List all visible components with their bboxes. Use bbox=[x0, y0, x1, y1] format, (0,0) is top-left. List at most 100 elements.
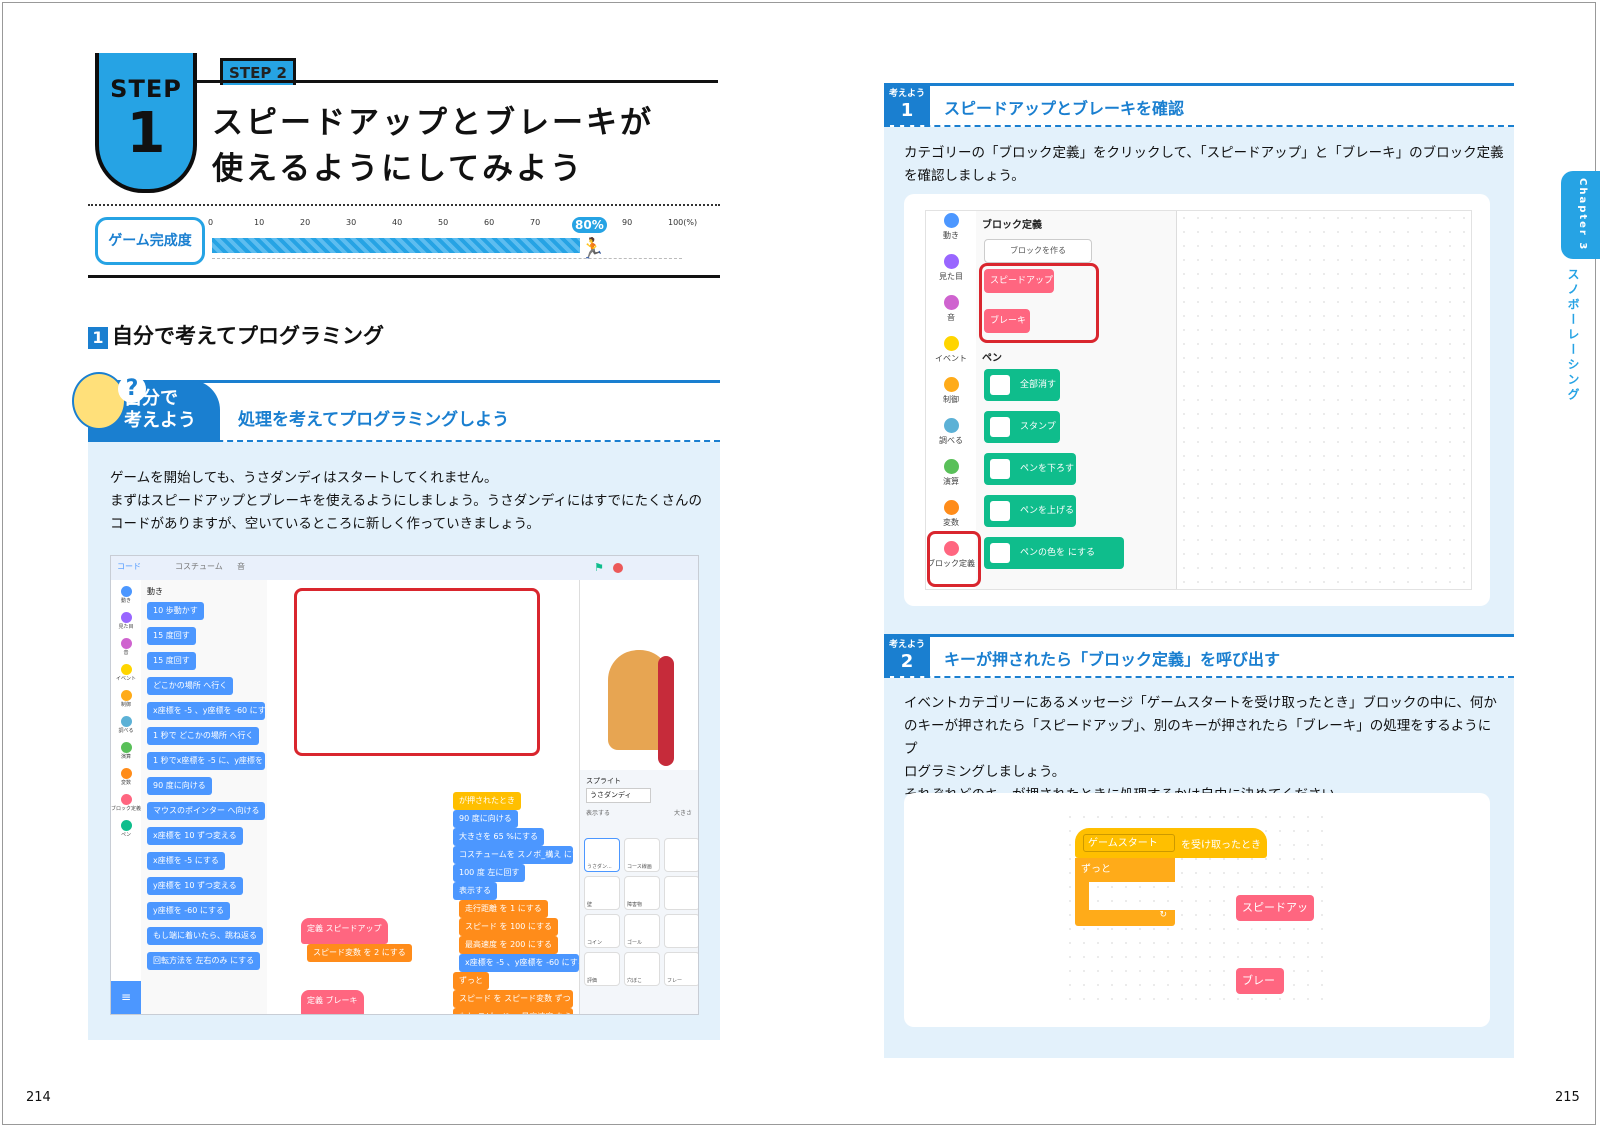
progress-tick: 50 bbox=[438, 218, 449, 227]
sprite-thumbnail[interactable]: 穴ぼこ bbox=[624, 952, 660, 986]
category-dot-icon bbox=[120, 664, 132, 675]
sprite-thumbnail[interactable]: うさダン... bbox=[584, 838, 620, 872]
blockdef-category-highlight bbox=[927, 531, 981, 587]
palette-block[interactable]: 10 歩動かす bbox=[147, 602, 204, 620]
section-title: 自分で考えてプログラミング bbox=[112, 324, 384, 348]
palette-block[interactable]: もし端に着いたら、跳ね返る bbox=[147, 927, 263, 945]
script-block[interactable]: 最高速度 を 200 にする bbox=[459, 936, 558, 954]
tab-costumes[interactable]: コスチューム bbox=[175, 561, 223, 572]
tab-code[interactable]: コード bbox=[117, 561, 141, 572]
make-block-button[interactable]: ブロックを作る bbox=[984, 239, 1092, 263]
category-7[interactable]: 変数 bbox=[926, 500, 976, 528]
page-number-right: 215 bbox=[1555, 1090, 1580, 1105]
category-0[interactable]: 動き bbox=[111, 586, 141, 604]
script-block[interactable]: 走行距離 を 1 にする bbox=[459, 900, 548, 918]
script-block[interactable]: ずっと bbox=[453, 972, 489, 990]
forever-loop-arrow-icon: ↻ bbox=[1075, 910, 1175, 926]
set-speed-variable-block[interactable]: スピード変数 を 2 にする bbox=[307, 944, 412, 962]
palette-block[interactable]: マウスのポインター へ向ける bbox=[147, 802, 265, 820]
green-flag-icon[interactable]: ⚑ bbox=[594, 561, 604, 574]
script-block[interactable]: スピード を 100 にする bbox=[459, 918, 558, 936]
pen-block[interactable]: ペンを下ろす bbox=[984, 453, 1076, 485]
add-extension-icon[interactable]: ≡ bbox=[111, 981, 141, 1014]
stop-icon[interactable] bbox=[613, 563, 623, 573]
script-block[interactable]: 表示する bbox=[453, 882, 497, 900]
sprite-thumbnail[interactable]: ゴール bbox=[624, 914, 660, 948]
category-5[interactable]: 調べる bbox=[926, 418, 976, 446]
script-block[interactable]: 100 度 左に回す bbox=[453, 864, 526, 882]
sprite-thumbnail[interactable] bbox=[664, 838, 698, 872]
palette-block[interactable]: x座標を -5 、y座標を -60 にする bbox=[147, 702, 265, 720]
pen-block[interactable]: スタンプ bbox=[984, 411, 1060, 443]
category-1[interactable]: 見た目 bbox=[111, 612, 141, 630]
step-number: 1 bbox=[126, 101, 166, 166]
category-6[interactable]: 演算 bbox=[926, 459, 976, 487]
section2-line: のキーが押されたら「スピードアップ」、別のキーが押されたら「ブレーキ」の処理をす… bbox=[904, 718, 1492, 757]
intro-line: ゲームを開始しても、うさダンディはスタートしてくれません。 bbox=[110, 470, 498, 486]
editor-category-column: 動き見た目音イベント制御調べる演算変数ブロック定義 ペン bbox=[111, 580, 142, 1014]
palette-block[interactable]: 回転方法を 左右のみ にする bbox=[147, 952, 261, 970]
category-2[interactable]: 音 bbox=[111, 638, 141, 656]
palette-block[interactable]: どこかの場所 へ行く bbox=[147, 677, 234, 695]
sprite-thumbnail-label: 壁 bbox=[587, 902, 593, 908]
palette-block[interactable]: 15 度回す bbox=[147, 627, 196, 645]
category-2[interactable]: 音 bbox=[926, 295, 976, 323]
intro-paragraph: ゲームを開始しても、うさダンディはスタートしてくれません。 まずはスピードアップ… bbox=[110, 467, 710, 536]
category-4[interactable]: 制御 bbox=[111, 690, 141, 708]
sprite-name-field[interactable]: うさダンディ bbox=[586, 788, 651, 803]
sprite-thumbnail-label: ゴール bbox=[627, 940, 643, 946]
category-3[interactable]: イベント bbox=[926, 336, 976, 364]
category-label: 音 bbox=[123, 650, 129, 656]
script-block[interactable]: もし スピード > 最高速度 なら bbox=[453, 1008, 573, 1014]
title-line-2: 使えるようにしてみよう bbox=[212, 151, 585, 187]
palette-block[interactable]: x座標を -5 にする bbox=[147, 852, 225, 870]
script-block[interactable]: 90 度に向ける bbox=[453, 810, 518, 828]
define-speed-up-block[interactable]: 定義 スピードアップ bbox=[301, 918, 388, 944]
palette-block[interactable]: 1 秒でx座標を -5 に、y座標を bbox=[147, 752, 265, 770]
tab-sounds[interactable]: 音 bbox=[237, 561, 245, 572]
palette-block[interactable]: 15 度回す bbox=[147, 652, 196, 670]
section1-paragraph: カテゴリーの「ブロック定義」をクリックして、「スピードアップ」と「ブレーキ」のブ… bbox=[904, 142, 1504, 188]
category-5[interactable]: 調べる bbox=[111, 716, 141, 734]
sprite-thumbnail[interactable]: コイン bbox=[584, 914, 620, 948]
sprite-thumbnail[interactable]: 壁 bbox=[584, 876, 620, 910]
script-block[interactable]: x座標を -5 、y座標を -60 にする bbox=[459, 954, 579, 972]
category-1[interactable]: 見た目 bbox=[926, 254, 976, 282]
sprite-thumbnail[interactable]: フレー bbox=[664, 952, 698, 986]
category-0[interactable]: 動き bbox=[926, 213, 976, 241]
pen-block[interactable]: ペンの色を にする bbox=[984, 537, 1124, 569]
script-block[interactable]: が押されたとき bbox=[453, 792, 521, 810]
call-speed-up-block[interactable]: スピードアップ bbox=[1236, 895, 1314, 940]
section1-line: カテゴリーの「ブロック定義」をクリックして、「スピードアップ」と「ブレーキ」のブ… bbox=[904, 145, 1504, 161]
category-7[interactable]: 変数 bbox=[111, 768, 141, 786]
question-icon: ? bbox=[118, 375, 146, 403]
category-label: イベント bbox=[935, 354, 967, 363]
palette-block[interactable]: x座標を 10 ずつ変える bbox=[147, 827, 243, 845]
script-block[interactable]: 大きさを 65 %にする bbox=[453, 828, 544, 846]
category-8[interactable]: ブロック定義 bbox=[111, 794, 141, 812]
sprite-thumbnail[interactable]: 評価 bbox=[584, 952, 620, 986]
progress-tick: 90 bbox=[622, 218, 633, 227]
category-3[interactable]: イベント bbox=[111, 664, 141, 682]
category-6[interactable]: 演算 bbox=[111, 742, 141, 760]
palette-block[interactable]: 1 秒で どこかの場所 へ行く bbox=[147, 727, 260, 745]
palette-block[interactable]: y座標を -60 にする bbox=[147, 902, 230, 920]
intro-line: まずはスピードアップとブレーキを使えるようにしましょう。うさダンディにはすでにた… bbox=[110, 493, 702, 509]
message-dropdown[interactable]: ゲームスタート bbox=[1083, 834, 1175, 852]
call-brake-block[interactable]: ブレーキ bbox=[1236, 968, 1284, 1013]
progress-tick: 0 bbox=[208, 218, 214, 227]
sprite-thumbnail-label: フレー bbox=[667, 978, 683, 984]
define-brake-block[interactable]: 定義 ブレーキ bbox=[301, 990, 364, 1014]
palette-block[interactable]: y座標を 10 ずつ変える bbox=[147, 877, 243, 895]
sprite-thumbnail[interactable] bbox=[664, 876, 698, 910]
sprite-thumbnail[interactable]: 障害物 bbox=[624, 876, 660, 910]
palette-block[interactable]: 90 度に向ける bbox=[147, 777, 212, 795]
script-block[interactable]: スピード を スピード変数 ずつ bbox=[453, 990, 573, 1008]
category-9[interactable]: ペン bbox=[111, 820, 141, 838]
script-block[interactable]: コスチュームを スノボ_構え にする bbox=[453, 846, 573, 864]
pen-block[interactable]: ペンを上げる bbox=[984, 495, 1076, 527]
category-4[interactable]: 制御 bbox=[926, 377, 976, 405]
sprite-thumbnail[interactable] bbox=[664, 914, 698, 948]
sprite-thumbnail[interactable]: コース線画 bbox=[624, 838, 660, 872]
pen-block[interactable]: 全部消す bbox=[984, 369, 1060, 401]
